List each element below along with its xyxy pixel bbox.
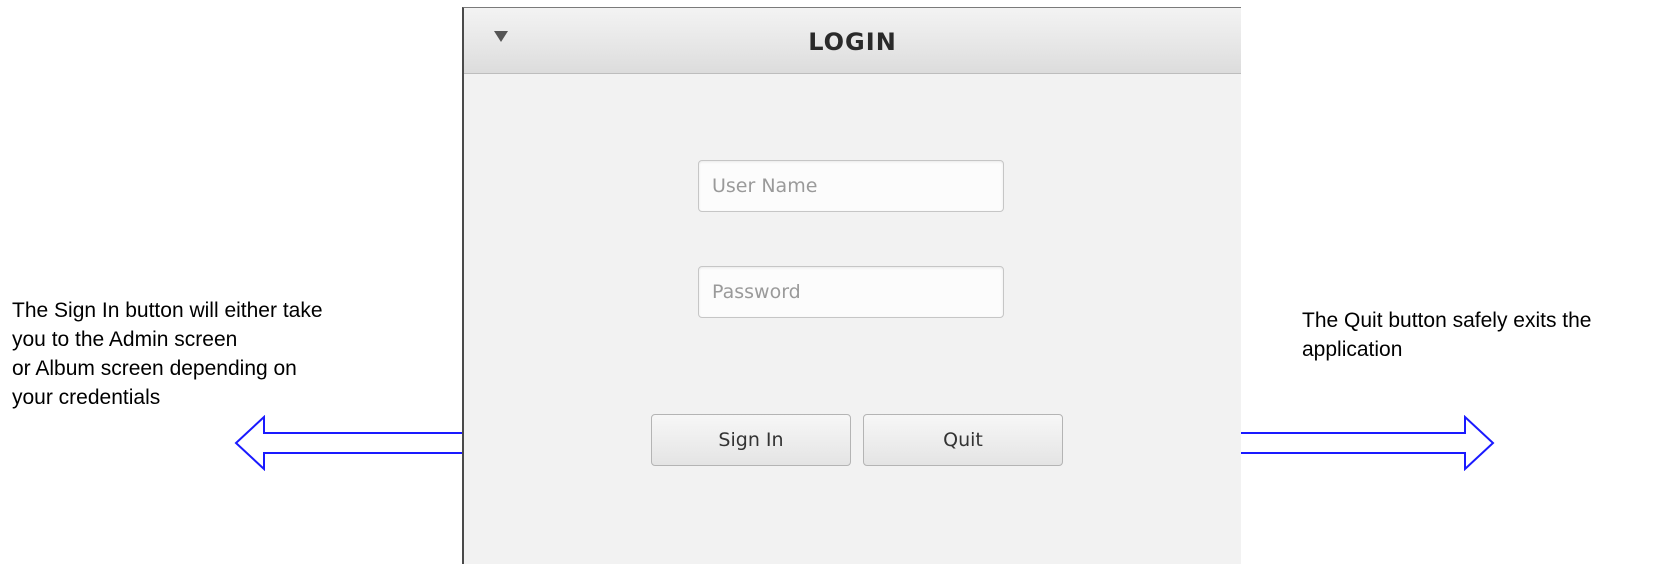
- login-window: LOGIN Sign In Quit: [462, 7, 1241, 564]
- annotation-line: you to the Admin screen: [12, 328, 238, 351]
- username-input[interactable]: [698, 160, 1004, 212]
- window-title: LOGIN: [808, 28, 897, 56]
- annotation-line: or Album screen depending on: [12, 357, 297, 380]
- signin-annotation: The Sign In button will either take you …: [12, 296, 323, 412]
- signin-button-label: Sign In: [718, 429, 784, 451]
- window-titlebar: LOGIN: [464, 8, 1241, 74]
- quit-button-label: Quit: [943, 429, 983, 451]
- annotation-line: The Sign In button will either take: [12, 299, 323, 322]
- quit-button[interactable]: Quit: [863, 414, 1063, 466]
- annotation-line: your credentials: [12, 386, 161, 409]
- annotation-line: application: [1302, 338, 1403, 361]
- signin-button[interactable]: Sign In: [651, 414, 851, 466]
- quit-annotation: The Quit button safely exits the applica…: [1302, 306, 1592, 364]
- password-input[interactable]: [698, 266, 1004, 318]
- annotation-line: The Quit button safely exits the: [1302, 309, 1592, 332]
